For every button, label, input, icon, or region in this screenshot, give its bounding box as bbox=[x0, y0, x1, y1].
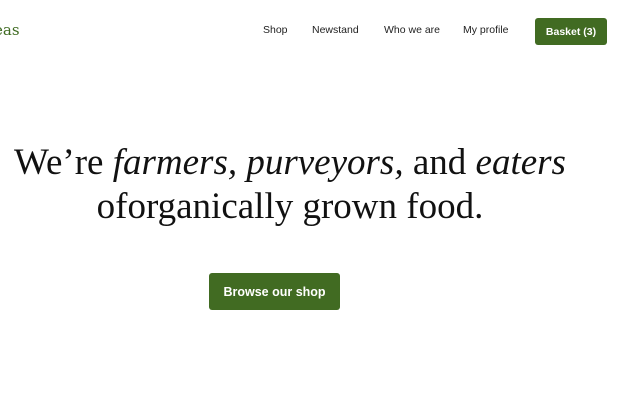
nav-link-who-we-are[interactable]: Who we are bbox=[384, 24, 440, 36]
nav-link-newstand[interactable]: Newstand bbox=[312, 24, 359, 36]
basket-button[interactable]: Basket (3) bbox=[535, 18, 607, 45]
hero-text-eaters: eaters bbox=[475, 142, 566, 183]
site-logo[interactable]: eas bbox=[0, 21, 20, 39]
hero-line-2: oforganically grown food. bbox=[96, 186, 484, 227]
browse-shop-button[interactable]: Browse our shop bbox=[209, 273, 340, 310]
hero-text-we-are: We’re bbox=[14, 142, 113, 183]
hero-line-1: We’re farmers, purveyors, and eaters bbox=[0, 141, 580, 185]
hero-text-farmers-purveyors: farmers, purveyors, bbox=[112, 142, 404, 183]
nav-link-my-profile[interactable]: My profile bbox=[463, 24, 509, 36]
hero-headline: We’re farmers, purveyors, and eaters ofo… bbox=[0, 141, 580, 229]
hero-text-and: and bbox=[403, 142, 476, 183]
nav-link-shop[interactable]: Shop bbox=[263, 24, 288, 36]
